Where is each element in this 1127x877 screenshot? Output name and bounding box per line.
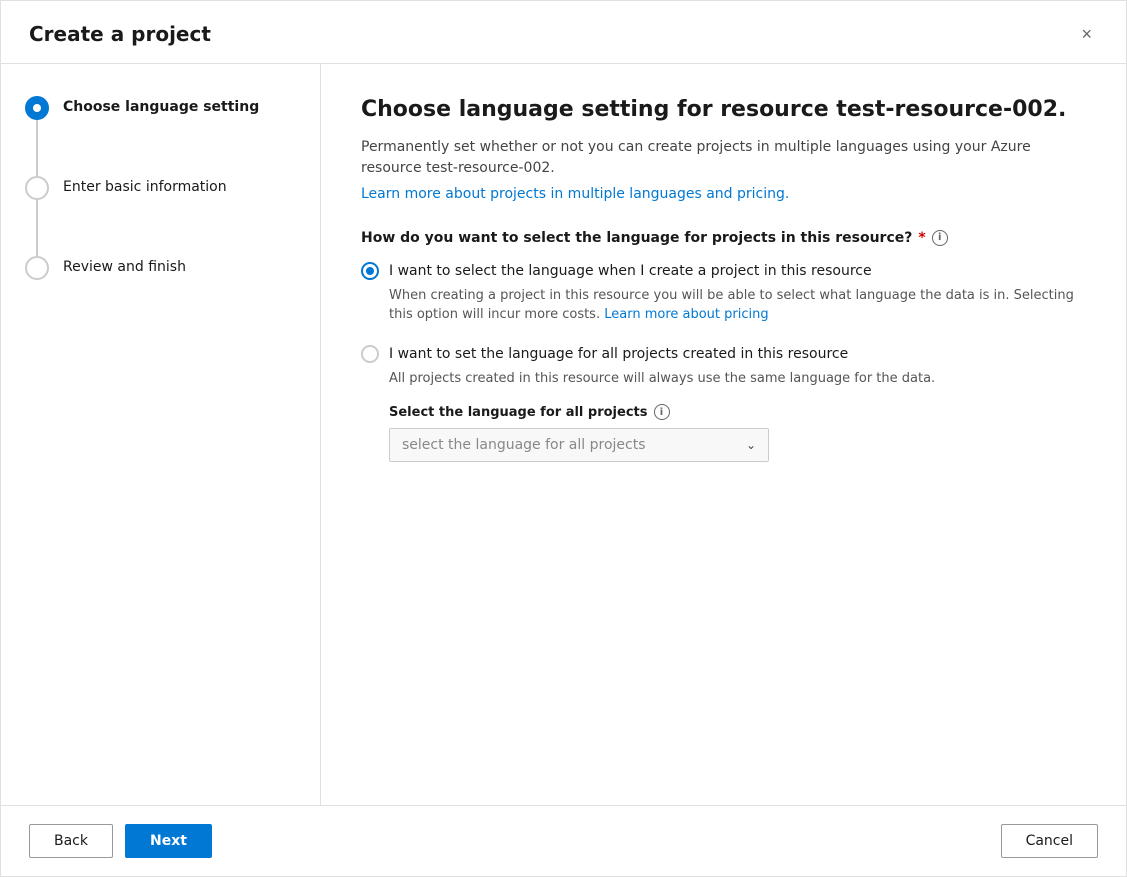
question-text: How do you want to select the language f… [361,230,912,246]
step-3-label: Review and finish [63,256,186,278]
step-2-connector [25,176,49,256]
language-dropdown[interactable]: select the language for all projects ⌄ [389,428,769,462]
wizard-step-3: Review and finish [25,256,296,280]
close-button[interactable]: × [1075,21,1098,47]
radio-label-2: I want to set the language for all proje… [389,346,848,362]
dialog-header: Create a project × [1,1,1126,64]
radio-label-1: I want to select the language when I cre… [389,263,872,279]
step-1-connector [25,96,49,176]
step-2-line [36,200,38,256]
step-3-circle [25,256,49,280]
sub-label-language: Select the language for all projects i [389,404,1086,420]
radio-input-1[interactable] [361,262,379,280]
radio-input-2[interactable] [361,345,379,363]
radio-option-1: I want to select the language when I cre… [361,262,1086,325]
section-desc: Permanently set whether or not you can c… [361,137,1086,179]
step-1-label: Choose language setting [63,96,259,118]
step-2-label: Enter basic information [63,176,227,198]
section-title: Choose language setting for resource tes… [361,96,1086,125]
radio-row-1[interactable]: I want to select the language when I cre… [361,262,1086,280]
step-1-line [36,120,38,176]
radio-description-1: When creating a project in this resource… [389,286,1086,325]
wizard-main: Choose language setting for resource tes… [321,64,1126,805]
radio-option-2: I want to set the language for all proje… [361,345,1086,463]
step-1-circle [25,96,49,120]
language-dropdown-placeholder: select the language for all projects [402,437,646,453]
radio-row-2[interactable]: I want to set the language for all proje… [361,345,1086,363]
next-button[interactable]: Next [125,824,212,858]
question-label: How do you want to select the language f… [361,230,1086,246]
dialog-footer: Back Next Cancel [1,805,1126,876]
sub-label-text: Select the language for all projects [389,405,648,420]
pricing-link[interactable]: Learn more about pricing [604,307,768,322]
cancel-button[interactable]: Cancel [1001,824,1098,858]
dialog-body: Choose language setting Enter basic info… [1,64,1126,805]
step-3-connector [25,256,49,280]
radio-description-2: All projects created in this resource wi… [389,369,1086,389]
wizard-step-2: Enter basic information [25,176,296,256]
wizard-step-1: Choose language setting [25,96,296,176]
step-2-circle [25,176,49,200]
chevron-down-icon: ⌄ [746,438,756,452]
dialog-title: Create a project [29,22,211,46]
wizard-sidebar: Choose language setting Enter basic info… [1,64,321,805]
sub-label-info-icon[interactable]: i [654,404,670,420]
required-star: * [918,230,925,246]
create-project-dialog: Create a project × Choose language setti… [0,0,1127,877]
question-info-icon[interactable]: i [932,230,948,246]
section-link[interactable]: Learn more about projects in multiple la… [361,186,789,202]
back-button[interactable]: Back [29,824,113,858]
radio-desc-text-2: All projects created in this resource wi… [389,371,935,386]
